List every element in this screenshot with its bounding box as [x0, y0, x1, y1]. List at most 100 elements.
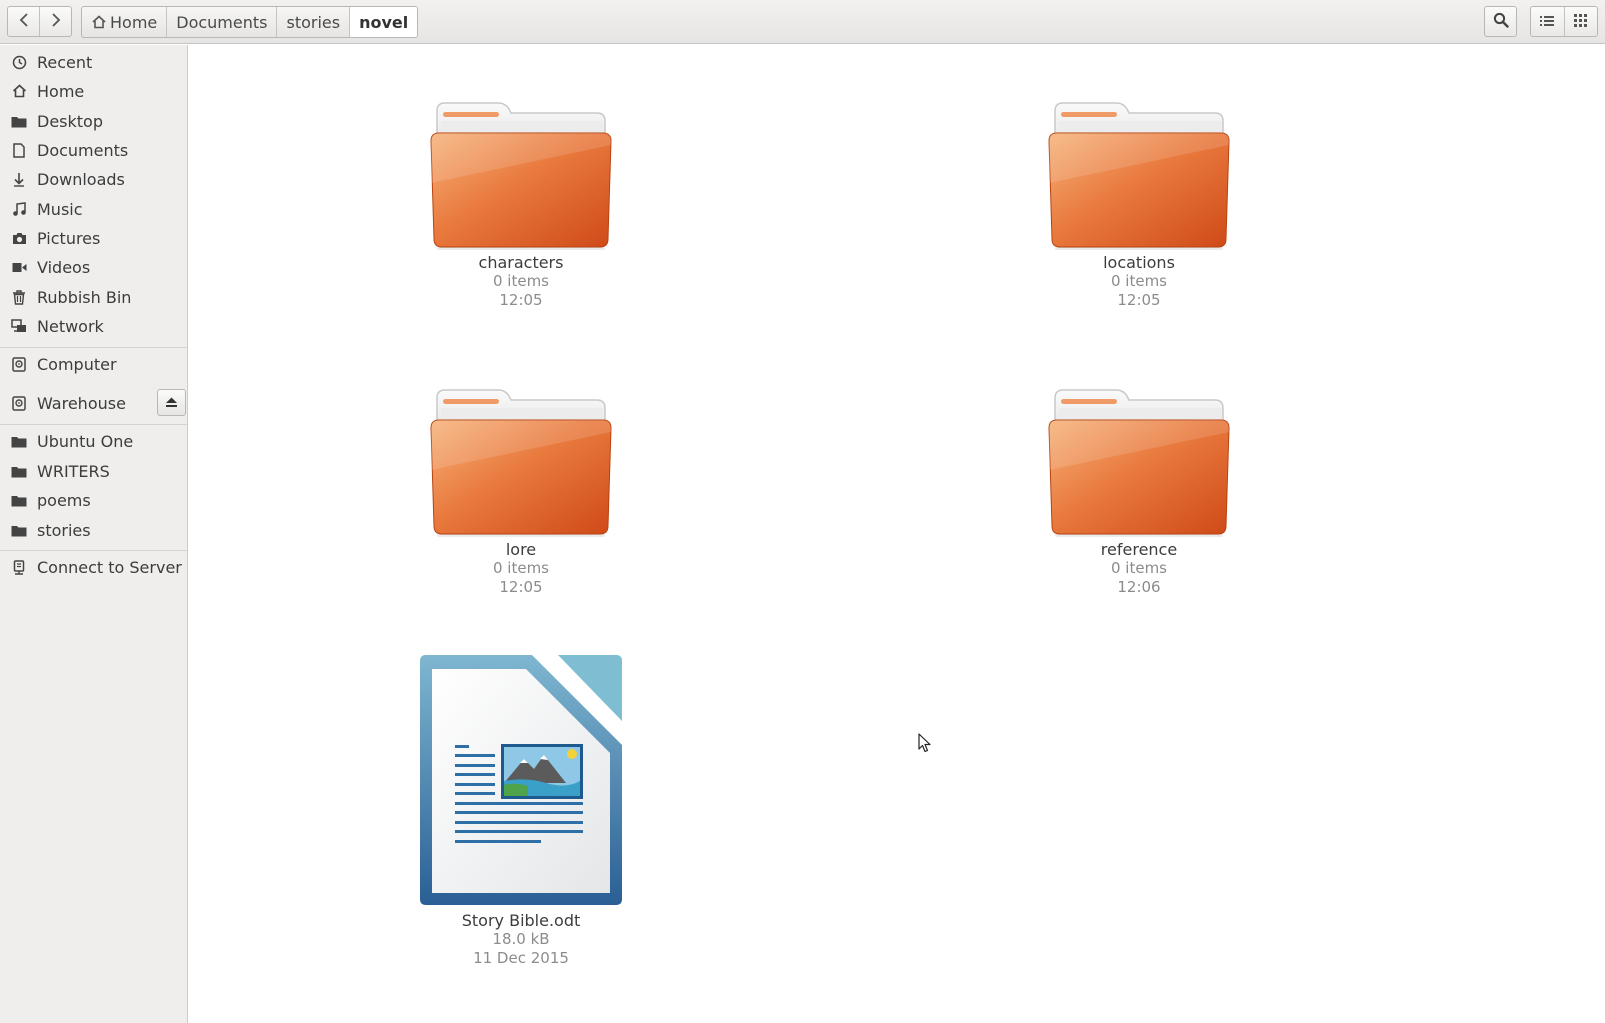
sidebar-item-label: Videos — [37, 257, 91, 277]
chevron-right-icon — [51, 12, 61, 31]
camera-icon — [10, 229, 28, 247]
file-modified-date: 11 Dec 2015 — [473, 949, 569, 967]
breadcrumb-label: Home — [110, 12, 158, 32]
folder-icon — [10, 462, 28, 480]
header-bar: Home Documents stories novel — [0, 0, 1605, 44]
sidebar-item-label: stories — [37, 520, 91, 540]
eject-icon — [165, 393, 178, 412]
mouse-cursor-icon — [918, 733, 931, 753]
breadcrumb-documents[interactable]: Documents — [167, 7, 278, 37]
file-modified-time: 12:06 — [1117, 578, 1161, 596]
search-icon — [1493, 12, 1509, 32]
home-icon — [91, 15, 107, 29]
sidebar-item-label: Music — [37, 199, 83, 219]
sidebar-item-label: Documents — [37, 140, 129, 160]
sidebar-item-label: Connect to Server — [37, 557, 182, 577]
sidebar-item-label: Downloads — [37, 169, 125, 189]
folder-icon — [1047, 388, 1231, 538]
folder-icon — [429, 388, 613, 538]
breadcrumb-label: stories — [286, 12, 341, 32]
file-item-lore[interactable]: lore 0 items 12:05 — [411, 388, 631, 597]
navigation-buttons — [7, 6, 72, 37]
sidebar-item-label: WRITERS — [37, 461, 110, 481]
sidebar-item-recent[interactable]: Recent — [0, 48, 187, 76]
sidebar-separator — [0, 424, 187, 425]
file-icon-view: characters 0 items 12:05 locations 0 ite… — [189, 45, 1605, 1023]
folder-icon — [10, 112, 28, 130]
file-item-characters[interactable]: characters 0 items 12:05 — [411, 101, 631, 310]
file-modified-time: 12:05 — [499, 578, 543, 596]
eject-button[interactable] — [157, 389, 186, 416]
sidebar-separator — [0, 550, 187, 551]
grid-view-icon — [1574, 12, 1588, 31]
sidebar-item-label: Recent — [37, 52, 93, 72]
file-name: locations — [1103, 253, 1175, 272]
breadcrumb-novel[interactable]: novel — [350, 7, 418, 37]
sidebar-item-label: Network — [37, 316, 104, 336]
file-item-reference[interactable]: reference 0 items 12:06 — [1029, 388, 1249, 597]
file-item-story-bible[interactable]: Story Bible.odt 18.0 kB 11 Dec 2015 — [411, 651, 631, 968]
file-item-count: 0 items — [1110, 559, 1167, 577]
search-button[interactable] — [1484, 6, 1517, 37]
folder-icon — [1047, 101, 1231, 251]
forward-button[interactable] — [39, 7, 71, 36]
breadcrumb: Home Documents stories novel — [81, 6, 419, 38]
drive-icon — [10, 394, 28, 412]
sidebar-item-label: poems — [37, 490, 91, 510]
sidebar-item-stories[interactable]: stories — [0, 516, 187, 544]
file-modified-time: 12:05 — [1117, 291, 1161, 309]
sidebar-item-rubbish-bin[interactable]: Rubbish Bin — [0, 283, 187, 311]
sidebar-item-network[interactable]: Network — [0, 312, 187, 340]
file-item-count: 0 items — [1110, 272, 1167, 290]
file-name: reference — [1100, 540, 1178, 559]
sidebar-item-label: Desktop — [37, 111, 103, 131]
folder-icon — [10, 521, 28, 539]
sidebar: Recent Home Desktop Documents Downloads … — [0, 45, 188, 1023]
sidebar-item-warehouse[interactable]: Warehouse — [0, 389, 150, 417]
sidebar-item-writers[interactable]: WRITERS — [0, 457, 187, 485]
breadcrumb-stories[interactable]: stories — [277, 7, 351, 37]
file-name: Story Bible.odt — [461, 911, 581, 930]
sidebar-item-ubuntu-one[interactable]: Ubuntu One — [0, 427, 187, 455]
sidebar-item-poems[interactable]: poems — [0, 486, 187, 514]
sidebar-item-label: Computer — [37, 354, 117, 374]
sidebar-item-label: Pictures — [37, 228, 101, 248]
sidebar-item-desktop[interactable]: Desktop — [0, 107, 187, 135]
list-view-button[interactable] — [1531, 7, 1564, 36]
file-item-locations[interactable]: locations 0 items 12:05 — [1029, 101, 1249, 310]
folder-icon — [10, 432, 28, 450]
grid-view-button[interactable] — [1563, 7, 1598, 36]
sidebar-item-music[interactable]: Music — [0, 195, 187, 223]
server-icon — [10, 558, 28, 576]
drive-icon — [10, 355, 28, 373]
breadcrumb-label: novel — [359, 12, 409, 32]
sidebar-item-connect-to-server[interactable]: Connect to Server — [0, 553, 187, 581]
chevron-left-icon — [19, 12, 29, 31]
list-view-icon — [1540, 12, 1555, 31]
sidebar-item-label: Home — [37, 81, 85, 101]
sidebar-item-computer[interactable]: Computer — [0, 350, 187, 378]
sidebar-item-documents[interactable]: Documents — [0, 136, 187, 164]
sidebar-item-videos[interactable]: Videos — [0, 253, 187, 281]
document-icon — [10, 141, 28, 159]
folder-icon — [10, 491, 28, 509]
odt-document-icon — [420, 655, 622, 905]
sidebar-item-label: Rubbish Bin — [37, 287, 132, 307]
file-item-count: 0 items — [492, 559, 549, 577]
home-icon — [10, 82, 28, 100]
file-modified-time: 12:05 — [499, 291, 543, 309]
network-icon — [10, 317, 28, 335]
breadcrumb-home[interactable]: Home — [82, 7, 168, 37]
back-button[interactable] — [8, 7, 39, 36]
sidebar-item-pictures[interactable]: Pictures — [0, 224, 187, 252]
video-icon — [10, 258, 28, 276]
sidebar-item-home[interactable]: Home — [0, 77, 187, 105]
sidebar-item-label: Warehouse — [37, 393, 126, 413]
file-size: 18.0 kB — [492, 930, 550, 948]
file-item-count: 0 items — [492, 272, 549, 290]
file-name: characters — [478, 253, 564, 272]
sidebar-item-downloads[interactable]: Downloads — [0, 165, 187, 193]
clock-icon — [10, 53, 28, 71]
sidebar-item-label: Ubuntu One — [37, 431, 134, 451]
music-icon — [10, 200, 28, 218]
